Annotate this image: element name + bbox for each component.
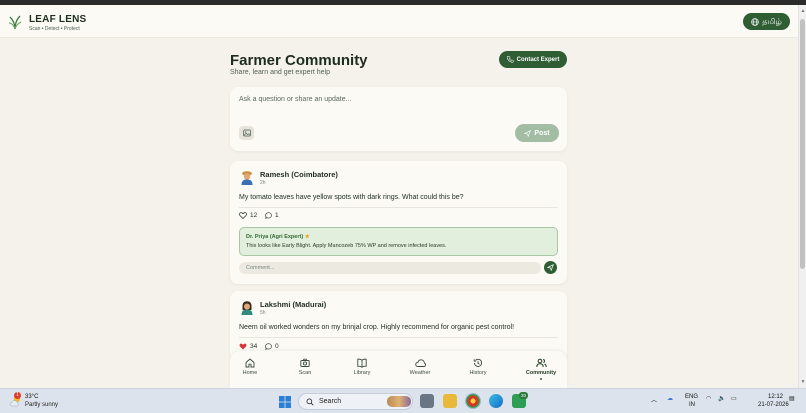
home-icon xyxy=(245,358,255,368)
comment-count: 1 xyxy=(275,212,279,219)
comment-button[interactable]: 0 xyxy=(265,343,279,350)
expert-reply-text: This looks like Early Blight. Apply Manc… xyxy=(246,243,447,249)
page-subtitle: Share, learn and get expert help xyxy=(230,69,331,76)
post-text: Neem oil worked wonders on my brinjal cr… xyxy=(239,324,515,331)
edge-icon[interactable] xyxy=(489,394,503,408)
clock-time[interactable]: 12:12 xyxy=(768,394,783,400)
page-scrollbar[interactable]: ▲ ▼ xyxy=(798,5,806,388)
search-label: Search xyxy=(319,398,342,405)
input-region[interactable]: IN xyxy=(689,402,695,408)
send-icon xyxy=(547,264,554,271)
windows-start-icon[interactable] xyxy=(278,395,292,409)
divider xyxy=(239,207,558,208)
input-language[interactable]: ENG xyxy=(685,394,698,400)
weather-condition[interactable]: Partly sunny xyxy=(25,402,58,408)
farmer-avatar-icon xyxy=(241,301,253,315)
contact-expert-label: Contact Expert xyxy=(516,56,560,63)
phone-icon xyxy=(506,56,514,63)
search-icon xyxy=(306,398,314,406)
nav-history[interactable]: History xyxy=(450,358,506,376)
brand-title: LEAF LENS xyxy=(29,14,87,25)
weather-temperature[interactable]: 33°C xyxy=(25,394,38,400)
brand-tagline: Scan • Detect • Protect xyxy=(29,26,80,32)
star-icon: ★ xyxy=(304,234,310,240)
language-button[interactable]: தமிழ் xyxy=(743,13,790,30)
comment-input[interactable]: Comment... xyxy=(239,262,541,274)
battery-icon[interactable]: ▭ xyxy=(731,395,737,402)
like-button[interactable]: 12 xyxy=(239,212,257,219)
bottom-nav: Home Scan Library Weather History Commun… xyxy=(230,351,567,388)
nav-history-label: History xyxy=(469,370,487,376)
comment-icon xyxy=(265,343,272,350)
nav-weather-label: Weather xyxy=(409,370,431,376)
app-notification-badge: 20 xyxy=(519,392,528,399)
post-author[interactable]: Ramesh (Coimbatore) xyxy=(260,170,338,179)
divider xyxy=(239,337,558,338)
comment-button[interactable]: 1 xyxy=(265,212,279,219)
comment-send-button[interactable] xyxy=(544,261,557,274)
nav-library[interactable]: Library xyxy=(334,358,390,376)
post-button-label: Post xyxy=(534,129,550,137)
expert-name-row: Dr. Priya (Agri Expert) ★ xyxy=(246,234,310,240)
scroll-up-arrow-icon[interactable]: ▲ xyxy=(800,8,806,14)
file-explorer-icon[interactable] xyxy=(443,394,457,408)
os-taskbar: 1 33°C Partly sunny Search 20 ︿ ☁ ENG IN… xyxy=(0,388,806,413)
app-header: LEAF LENS Scan • Detect • Protect தமிழ் xyxy=(0,5,798,38)
attach-image-button[interactable] xyxy=(239,126,254,140)
like-button[interactable]: 34 xyxy=(239,343,257,350)
globe-icon xyxy=(751,17,759,26)
scroll-thumb[interactable] xyxy=(800,19,805,269)
book-icon xyxy=(357,358,367,368)
wifi-icon[interactable]: ◠ xyxy=(706,395,711,402)
post-author[interactable]: Lakshmi (Madurai) xyxy=(260,300,326,309)
weather-badge: 1 xyxy=(14,392,21,399)
volume-icon[interactable]: 🔈 xyxy=(718,395,725,402)
task-view-icon[interactable] xyxy=(420,394,434,408)
post-text: My tomato leaves have yellow spots with … xyxy=(239,194,464,201)
comment-count: 0 xyxy=(275,343,279,350)
nav-scan-label: Scan xyxy=(298,370,312,376)
page-title: Farmer Community xyxy=(230,52,368,69)
clock-date[interactable]: 21-07-2026 xyxy=(758,402,789,408)
tray-overflow-chevron-icon[interactable]: ︿ xyxy=(651,395,657,404)
expert-name: Dr. Priya (Agri Expert) xyxy=(246,234,304,240)
like-count: 34 xyxy=(250,343,258,350)
scroll-down-arrow-icon[interactable]: ▼ xyxy=(800,379,806,385)
cloud-icon xyxy=(414,359,426,367)
post-card: Ramesh (Coimbatore) 2h My tomato leaves … xyxy=(230,161,567,284)
comment-icon xyxy=(265,212,272,219)
like-count: 12 xyxy=(250,212,258,219)
search-highlight-image xyxy=(387,396,411,407)
nav-library-label: Library xyxy=(353,370,371,376)
heart-icon xyxy=(239,212,247,219)
composer-input[interactable]: Ask a question or share an update... xyxy=(239,96,351,103)
post-button[interactable]: Post xyxy=(515,124,559,142)
heart-filled-icon xyxy=(239,343,247,350)
nav-community-label: Community xyxy=(525,370,557,376)
contact-expert-button[interactable]: Contact Expert xyxy=(499,51,567,68)
language-label: தமிழ் xyxy=(762,16,782,26)
farmer-avatar-icon xyxy=(241,171,253,185)
post-composer: Ask a question or share an update... Pos… xyxy=(230,87,567,151)
camera-icon xyxy=(300,358,310,367)
nav-home-label: Home xyxy=(242,370,258,376)
image-icon xyxy=(242,129,251,137)
users-icon xyxy=(535,358,547,368)
onedrive-cloud-icon[interactable]: ☁ xyxy=(667,395,673,402)
expert-reply: Dr. Priya (Agri Expert) ★ This looks lik… xyxy=(239,227,558,256)
history-icon xyxy=(473,358,483,367)
leaf-logo-icon xyxy=(8,15,22,30)
send-icon xyxy=(524,129,532,137)
taskbar-search[interactable]: Search xyxy=(298,393,413,410)
chrome-icon[interactable] xyxy=(465,393,481,409)
nav-home[interactable]: Home xyxy=(222,358,278,376)
active-indicator xyxy=(540,378,542,380)
nav-community[interactable]: Community xyxy=(513,358,569,380)
notifications-icon[interactable]: ▤ xyxy=(789,395,795,402)
nav-scan[interactable]: Scan xyxy=(277,358,333,376)
nav-weather[interactable]: Weather xyxy=(392,358,448,376)
post-time: 2h xyxy=(260,180,266,186)
post-time: 5h xyxy=(260,310,266,316)
